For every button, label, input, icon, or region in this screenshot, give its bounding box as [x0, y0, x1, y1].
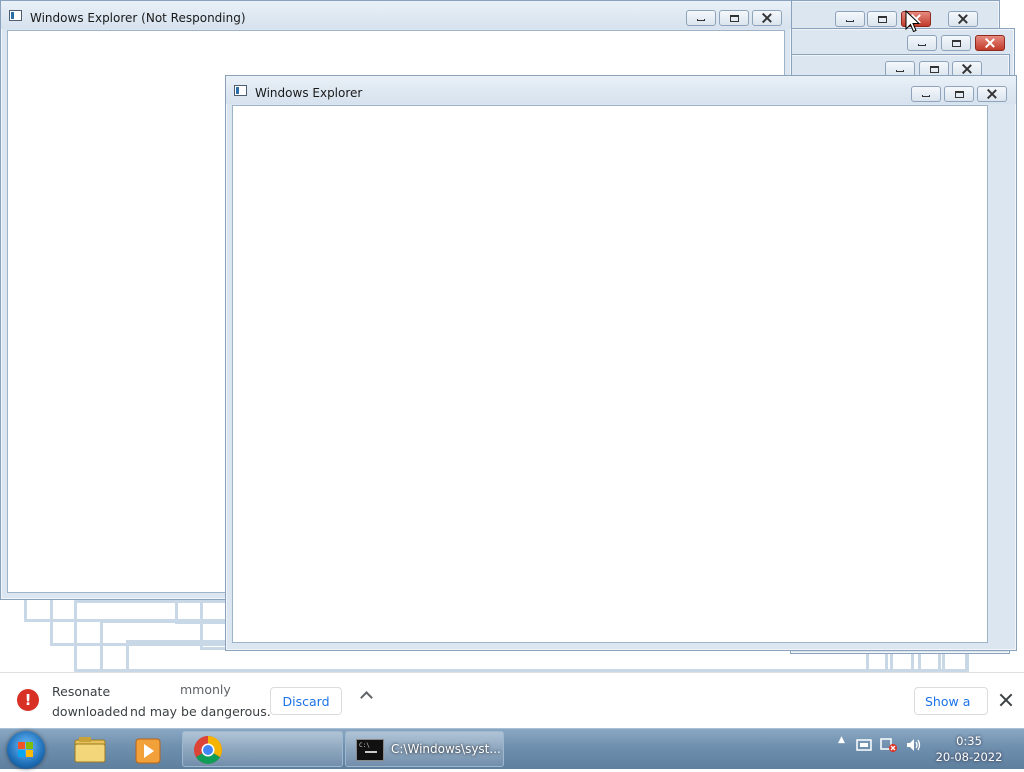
close-icon — [958, 14, 968, 24]
close-button[interactable] — [977, 86, 1007, 102]
maximize-button[interactable] — [941, 35, 971, 51]
title-bar[interactable]: Windows Explorer (Not Responding) — [1, 1, 791, 29]
cmd-taskbar-label: C:\Windows\syst... — [391, 742, 501, 756]
network-error-icon[interactable] — [880, 737, 898, 756]
minimize-button[interactable] — [835, 11, 865, 27]
close-download-bar-icon[interactable] — [998, 692, 1014, 708]
minimize-button[interactable] — [686, 10, 716, 26]
download-bar: ! Resonate mmonly downloaded nd may be d… — [0, 672, 1024, 729]
window-content — [232, 105, 988, 643]
maximize-button[interactable] — [944, 86, 974, 102]
chrome-taskbar-button[interactable] — [182, 731, 343, 767]
window-app-icon — [234, 85, 247, 96]
warning-icon: ! — [17, 689, 39, 711]
download-warning-line1-tail: mmonly — [180, 682, 231, 697]
clock-time: 0:35 — [956, 734, 982, 748]
mouse-cursor-icon — [905, 10, 921, 33]
taskbar: C:\ C:\Windows\syst... ▲ 0:35 20-08-2022 — [0, 728, 1024, 769]
download-warning-line2a: downloaded — [52, 704, 129, 719]
maximize-button[interactable] — [719, 10, 749, 26]
close-icon — [987, 89, 997, 99]
close-icon — [985, 38, 995, 48]
chrome-icon — [194, 736, 222, 764]
title-bar[interactable]: Windows Explorer — [226, 76, 1016, 104]
minimize-button[interactable] — [907, 35, 937, 51]
download-warning-line2b: nd may be dangerous. — [130, 704, 271, 719]
media-player-taskbar-icon[interactable] — [120, 732, 176, 768]
action-center-icon[interactable] — [856, 737, 872, 756]
show-all-button[interactable]: Show a — [914, 687, 988, 715]
window-app-icon — [9, 10, 22, 21]
close-icon — [962, 64, 972, 74]
close-icon — [762, 13, 772, 23]
minimize-button[interactable] — [911, 86, 941, 102]
start-button[interactable] — [7, 731, 45, 769]
windows-logo-icon — [18, 742, 33, 757]
minimize-icon — [697, 19, 705, 21]
cmd-taskbar-button[interactable]: C:\ C:\Windows\syst... — [345, 731, 504, 767]
minimize-icon — [922, 95, 930, 97]
file-explorer-taskbar-icon[interactable] — [62, 732, 118, 768]
maximize-button[interactable] — [867, 11, 897, 27]
clock-date: 20-08-2022 — [935, 750, 1003, 764]
close-button[interactable] — [948, 11, 978, 27]
volume-icon[interactable] — [905, 737, 923, 756]
chevron-up-icon[interactable] — [358, 691, 374, 707]
clock[interactable]: 0:35 20-08-2022 — [930, 733, 1008, 765]
svg-text:C:\: C:\ — [359, 742, 370, 749]
explorer-window[interactable]: Windows Explorer — [225, 75, 1017, 651]
download-warning-line1: Resonate — [52, 684, 111, 699]
maximize-icon — [954, 90, 964, 98]
close-button[interactable] — [752, 10, 782, 26]
maximize-icon — [729, 14, 739, 22]
close-button[interactable] — [975, 35, 1005, 51]
command-prompt-icon: C:\ — [356, 739, 384, 761]
window-title: Windows Explorer — [255, 86, 363, 100]
show-hidden-icons-icon[interactable]: ▲ — [838, 735, 845, 745]
window-title: Windows Explorer (Not Responding) — [30, 11, 246, 25]
discard-button[interactable]: Discard — [270, 687, 342, 715]
